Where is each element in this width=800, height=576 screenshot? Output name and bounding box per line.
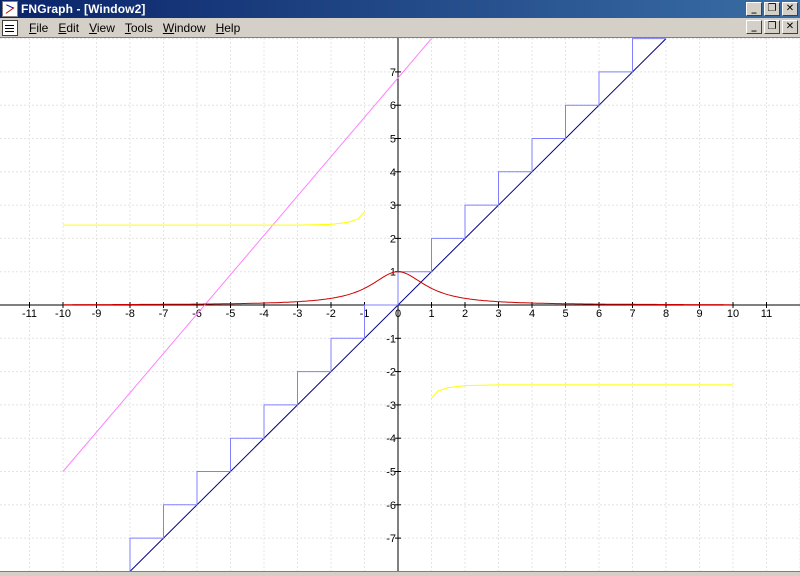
y-tick-label: -7 — [386, 533, 396, 545]
x-tick-label: 10 — [727, 308, 739, 320]
y-tick-label: 7 — [390, 67, 396, 79]
doc-restore-button[interactable]: ❐ — [764, 20, 780, 34]
x-tick-label: -5 — [226, 308, 236, 320]
document-caption-buttons: _ ❐ ✕ — [744, 20, 798, 34]
menu-help[interactable]: Help — [211, 21, 246, 35]
x-tick-label: -4 — [259, 308, 269, 320]
document-icon[interactable] — [2, 19, 18, 36]
x-tick-label: 6 — [596, 308, 602, 320]
window-caption-buttons: _ ❐ ✕ — [744, 2, 798, 16]
restore-button[interactable]: ❐ — [764, 2, 780, 16]
x-tick-label: -9 — [92, 308, 102, 320]
y-tick-label: -4 — [386, 433, 396, 445]
menu-tools[interactable]: Tools — [120, 21, 158, 35]
y-tick-label: -3 — [386, 400, 396, 412]
menu-bar: File Edit View Tools Window Help _ ❐ ✕ — [0, 18, 800, 38]
x-tick-label: 11 — [761, 308, 772, 320]
x-tick-label: 1 — [428, 308, 434, 320]
x-tick-label: 7 — [629, 308, 635, 320]
x-tick-label: -7 — [159, 308, 169, 320]
x-tick-label: -10 — [55, 308, 71, 320]
x-tick-label: 4 — [529, 308, 535, 320]
y-tick-label: 4 — [390, 167, 396, 179]
title-bar: FNGraph - [Window2] _ ❐ ✕ — [0, 0, 800, 18]
close-button[interactable]: ✕ — [782, 2, 798, 16]
x-tick-label: 9 — [696, 308, 702, 320]
y-tick-label: 5 — [390, 134, 396, 146]
x-tick-label: 2 — [462, 308, 468, 320]
function-plot[interactable]: -11 -10 -9 -8 -7 -6 -5 -4 -3 -2 -1 0 1 2 3 4 5 6 7 8 9 10 11-7… — [0, 38, 800, 571]
menu-view[interactable]: View — [84, 21, 120, 35]
minimize-button[interactable]: _ — [746, 2, 762, 16]
x-tick-label: -8 — [125, 308, 135, 320]
y-tick-label: -2 — [386, 367, 396, 379]
x-tick-label: 8 — [663, 308, 669, 320]
x-tick-label: -11 — [22, 308, 37, 320]
app-icon[interactable] — [2, 1, 18, 17]
x-tick-label: -3 — [293, 308, 303, 320]
menu-edit[interactable]: Edit — [53, 21, 84, 35]
menu-file[interactable]: File — [24, 21, 53, 35]
doc-close-button[interactable]: ✕ — [782, 20, 798, 34]
function-curve-5 — [63, 211, 365, 226]
function-curve-1 — [62, 38, 432, 472]
y-tick-label: 6 — [390, 100, 396, 112]
y-tick-label: -1 — [386, 333, 396, 345]
bottom-frame — [0, 571, 800, 576]
x-tick-label: 5 — [562, 308, 568, 320]
doc-minimize-button[interactable]: _ — [746, 20, 762, 34]
y-tick-label: 2 — [390, 233, 396, 245]
x-tick-label: -2 — [326, 308, 336, 320]
window-title: FNGraph - [Window2] — [21, 2, 146, 16]
function-curve-6 — [431, 384, 733, 399]
menu-window[interactable]: Window — [158, 21, 211, 35]
x-tick-label: 0 — [395, 308, 401, 320]
graph-canvas[interactable]: -11 -10 -9 -8 -7 -6 -5 -4 -3 -2 -1 0 1 2 3 4 5 6 7 8 9 10 11 -7… — [0, 38, 800, 571]
y-tick-label: -6 — [386, 500, 396, 512]
y-tick-label: -5 — [386, 467, 396, 479]
x-tick-label: 3 — [495, 308, 501, 320]
y-tick-label: 3 — [390, 200, 396, 212]
